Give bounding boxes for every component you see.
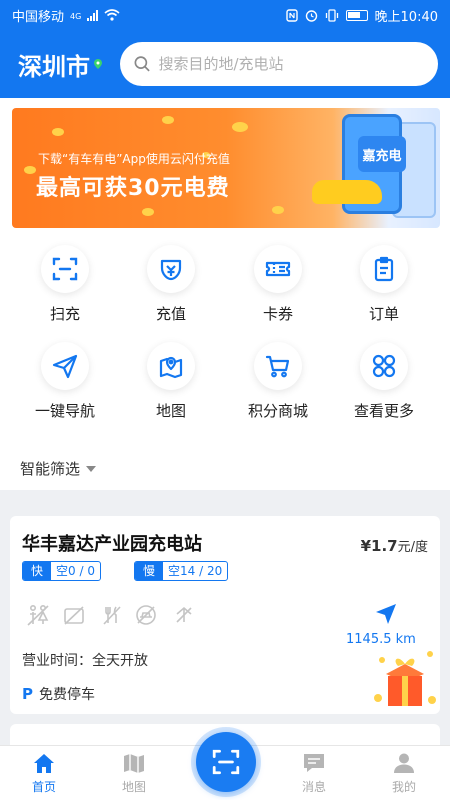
gift-box-icon[interactable] bbox=[372, 640, 438, 710]
tab-messages[interactable]: 消息 bbox=[284, 752, 344, 795]
map-icon bbox=[147, 342, 195, 390]
carrier-label: 中国移动 bbox=[12, 9, 65, 25]
restroom-icon bbox=[27, 604, 49, 626]
clipboard-icon bbox=[360, 245, 408, 293]
smart-filter-dropdown[interactable]: 智能筛选 bbox=[20, 458, 97, 479]
no-lounge-icon bbox=[64, 606, 84, 625]
user-icon bbox=[394, 753, 414, 773]
action-label: 地图 bbox=[155, 402, 186, 420]
price-unit: 元/度 bbox=[397, 540, 428, 555]
battery-icon bbox=[345, 9, 368, 21]
action-label: 充值 bbox=[155, 305, 186, 323]
navigation-arrow-icon[interactable] bbox=[374, 602, 398, 626]
scan-charge-button[interactable] bbox=[196, 732, 256, 792]
grid-icon bbox=[360, 342, 408, 390]
chevron-down-icon bbox=[86, 465, 97, 472]
car-illustration bbox=[312, 180, 382, 204]
no-canopy-icon bbox=[176, 606, 192, 623]
cart-icon bbox=[254, 342, 302, 390]
nfc-icon bbox=[285, 8, 298, 22]
parking-label: 免费停车 bbox=[39, 687, 95, 703]
banner-title: 最高可获30元电费 bbox=[36, 176, 230, 201]
filter-label: 智能筛选 bbox=[20, 460, 81, 478]
scan-icon bbox=[212, 749, 240, 775]
tab-label: 我的 bbox=[391, 780, 416, 794]
banner-subtitle: 下载“有车有电”App使用云闪付充值 bbox=[38, 152, 230, 166]
action-label: 积分商城 bbox=[247, 402, 308, 420]
message-icon bbox=[304, 754, 324, 772]
scan-icon bbox=[41, 245, 89, 293]
search-input[interactable] bbox=[158, 55, 424, 73]
status-bar: 中国移动 4G 晚上10:40 bbox=[0, 0, 450, 30]
status-right: 晚上10:40 bbox=[285, 6, 438, 25]
paper-plane-icon bbox=[41, 342, 89, 390]
slow-availability: 空14 / 20 bbox=[168, 564, 223, 578]
parking-info: P 免费停车 bbox=[22, 684, 95, 704]
action-label: 卡券 bbox=[262, 305, 293, 323]
search-icon bbox=[134, 56, 150, 72]
fast-label: 快 bbox=[23, 562, 52, 580]
vibrate-icon bbox=[325, 8, 338, 22]
signal-icon bbox=[87, 9, 99, 21]
action-orders[interactable]: 订单 bbox=[339, 245, 429, 324]
clock-label: 晚上10:40 bbox=[374, 9, 438, 25]
tab-label: 地图 bbox=[121, 780, 146, 794]
slow-label: 慢 bbox=[135, 562, 164, 580]
tab-label: 消息 bbox=[301, 780, 326, 794]
wifi-icon bbox=[104, 9, 120, 21]
action-more[interactable]: 查看更多 bbox=[339, 342, 429, 421]
no-dining-icon bbox=[103, 606, 121, 625]
station-name: 华丰嘉达产业园充电站 bbox=[22, 534, 202, 555]
slow-charger-badge: 慢 空14 / 20 bbox=[134, 561, 229, 581]
status-left: 中国移动 4G bbox=[12, 6, 286, 25]
action-scan[interactable]: 扫充 bbox=[20, 245, 110, 324]
action-label: 扫充 bbox=[49, 305, 80, 323]
action-coupon[interactable]: 卡券 bbox=[233, 245, 323, 324]
search-bar[interactable] bbox=[120, 42, 438, 86]
network-label: 4G bbox=[70, 11, 82, 21]
action-navigate[interactable]: 一键导航 bbox=[20, 342, 110, 421]
coupon-icon bbox=[254, 245, 302, 293]
wallet-icon bbox=[147, 245, 195, 293]
alarm-icon bbox=[305, 9, 317, 22]
parking-icon: P bbox=[22, 685, 33, 703]
tab-map[interactable]: 地图 bbox=[104, 752, 164, 795]
tab-profile[interactable]: 我的 bbox=[374, 752, 434, 795]
action-map[interactable]: 地图 bbox=[126, 342, 216, 421]
header: 深圳市 bbox=[0, 30, 450, 98]
home-icon bbox=[34, 754, 54, 773]
action-label: 订单 bbox=[368, 305, 399, 323]
opening-hours: 营业时间：全天开放 bbox=[22, 653, 148, 669]
action-points-mall[interactable]: 积分商城 bbox=[233, 342, 323, 421]
location-pin-icon bbox=[94, 59, 102, 69]
station-price: ¥1.7元/度 bbox=[361, 536, 428, 555]
city-label: 深圳市 bbox=[18, 52, 90, 81]
city-selector[interactable]: 深圳市 bbox=[18, 47, 102, 82]
no-wash-icon bbox=[136, 605, 156, 625]
tab-home[interactable]: 首页 bbox=[14, 752, 74, 795]
action-label: 一键导航 bbox=[34, 402, 95, 420]
action-recharge[interactable]: 充值 bbox=[126, 245, 216, 324]
banner-badge: 嘉充电 bbox=[358, 136, 406, 172]
action-label: 查看更多 bbox=[353, 402, 414, 420]
price-value: ¥1.7 bbox=[360, 537, 398, 555]
map-icon bbox=[124, 754, 144, 773]
fast-charger-badge: 快 空0 / 0 bbox=[22, 561, 101, 581]
promo-banner[interactable]: 下载“有车有电”App使用云闪付充值 最高可获30元电费 嘉充电 bbox=[12, 108, 440, 228]
fast-availability: 空0 / 0 bbox=[56, 564, 95, 578]
tab-label: 首页 bbox=[31, 780, 56, 794]
station-card[interactable]: 华丰嘉达产业园充电站 ¥1.7元/度 快 空0 / 0 慢 空14 / 20 1… bbox=[10, 516, 440, 714]
